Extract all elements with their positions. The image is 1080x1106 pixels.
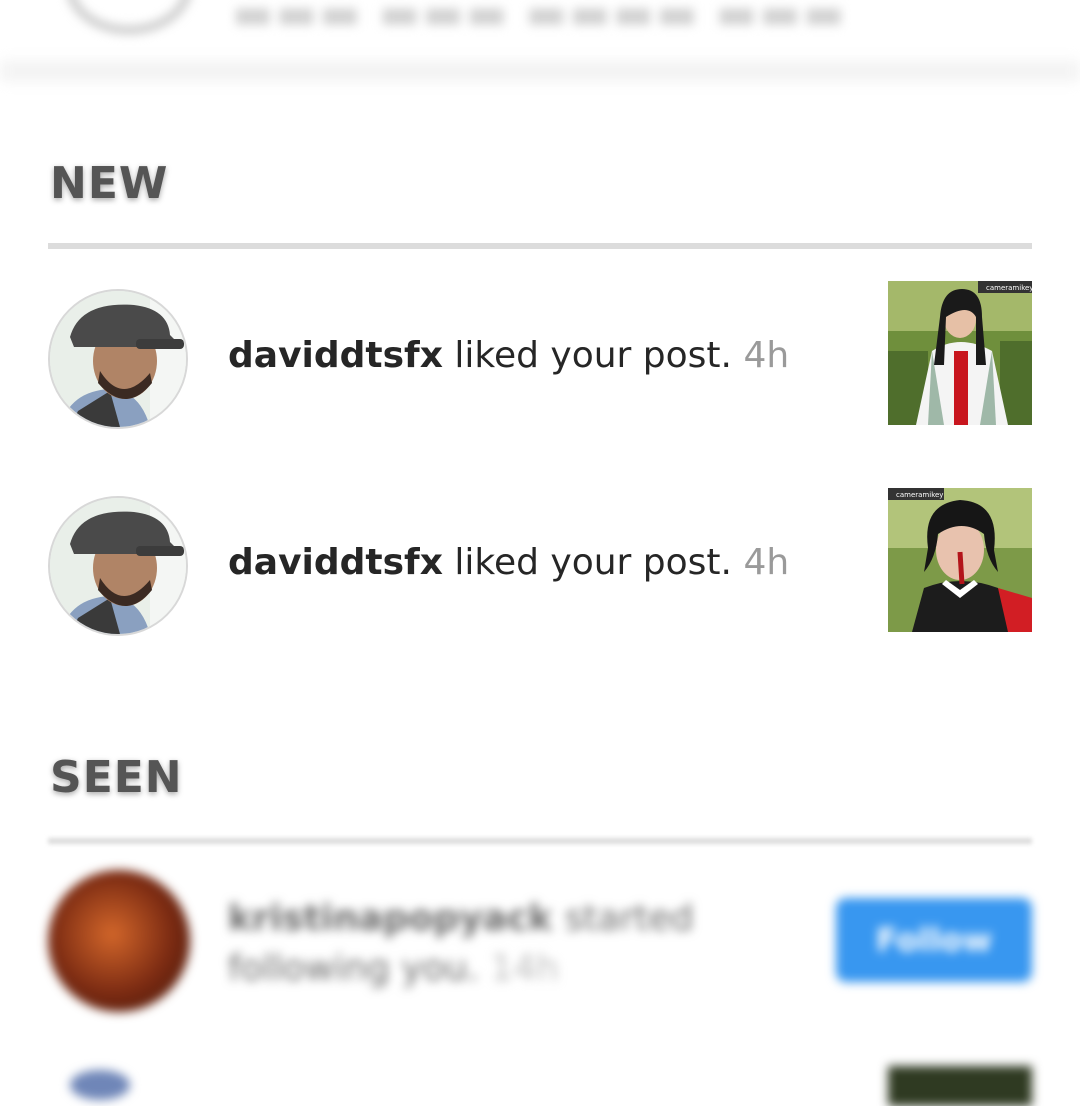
notification-text: daviddtsfx liked your post. 4h [228,335,789,376]
section-title-new: NEW [50,158,169,209]
section-divider [48,243,1032,249]
username-link[interactable]: daviddtsfx [228,335,443,376]
notification-row[interactable]: daviddtsfx liked your post. 4h cameramik… [0,280,1080,440]
notification-row[interactable]: kristinapopyack started following you. 1… [0,866,1080,1016]
avatar[interactable] [48,496,188,636]
avatar[interactable] [48,289,188,429]
post-thumbnail [888,1066,1032,1106]
svg-text:cameramikey: cameramikey [896,491,943,499]
username-link[interactable]: kristinapopyack [228,898,552,939]
avatar [66,0,192,34]
action-text: liked your post. [454,335,732,376]
timestamp: 14h [490,948,559,989]
username-link[interactable]: daviddtsfx [228,542,443,583]
post-thumbnail[interactable]: cameramikey [888,281,1032,425]
notification-row[interactable]: daviddtsfx liked your post. 4h cameramik… [0,488,1080,648]
notification-text-line2: following you. 14h [228,948,559,989]
section-divider [48,838,1032,844]
avatar [70,1070,130,1100]
svg-text:cameramikey: cameramikey [986,284,1032,292]
follow-button[interactable]: Follow [836,898,1032,982]
timestamp: 4h [743,542,790,583]
user-avatar-icon [50,498,186,634]
notification-text: kristinapopyack started [228,898,694,939]
timestamp: 4h [743,335,790,376]
action-text: started [564,898,694,939]
section-title-seen: SEEN [50,752,183,803]
notification-row [0,1050,1080,1106]
action-text: liked your post. [454,542,732,583]
action-text: following you. [228,948,479,989]
avatar[interactable] [48,870,190,1012]
post-image-icon: cameramikey [888,488,1032,632]
notification-text: daviddtsfx liked your post. 4h [228,542,789,583]
post-image-icon: cameramikey [888,281,1032,425]
post-thumbnail[interactable]: cameramikey [888,488,1032,632]
user-avatar-icon [50,291,186,427]
top-row-text: ▬▬▬ ▬▬▬ ▬▬▬▬ ▬▬▬ [232,0,847,39]
section-separator [0,60,1080,82]
